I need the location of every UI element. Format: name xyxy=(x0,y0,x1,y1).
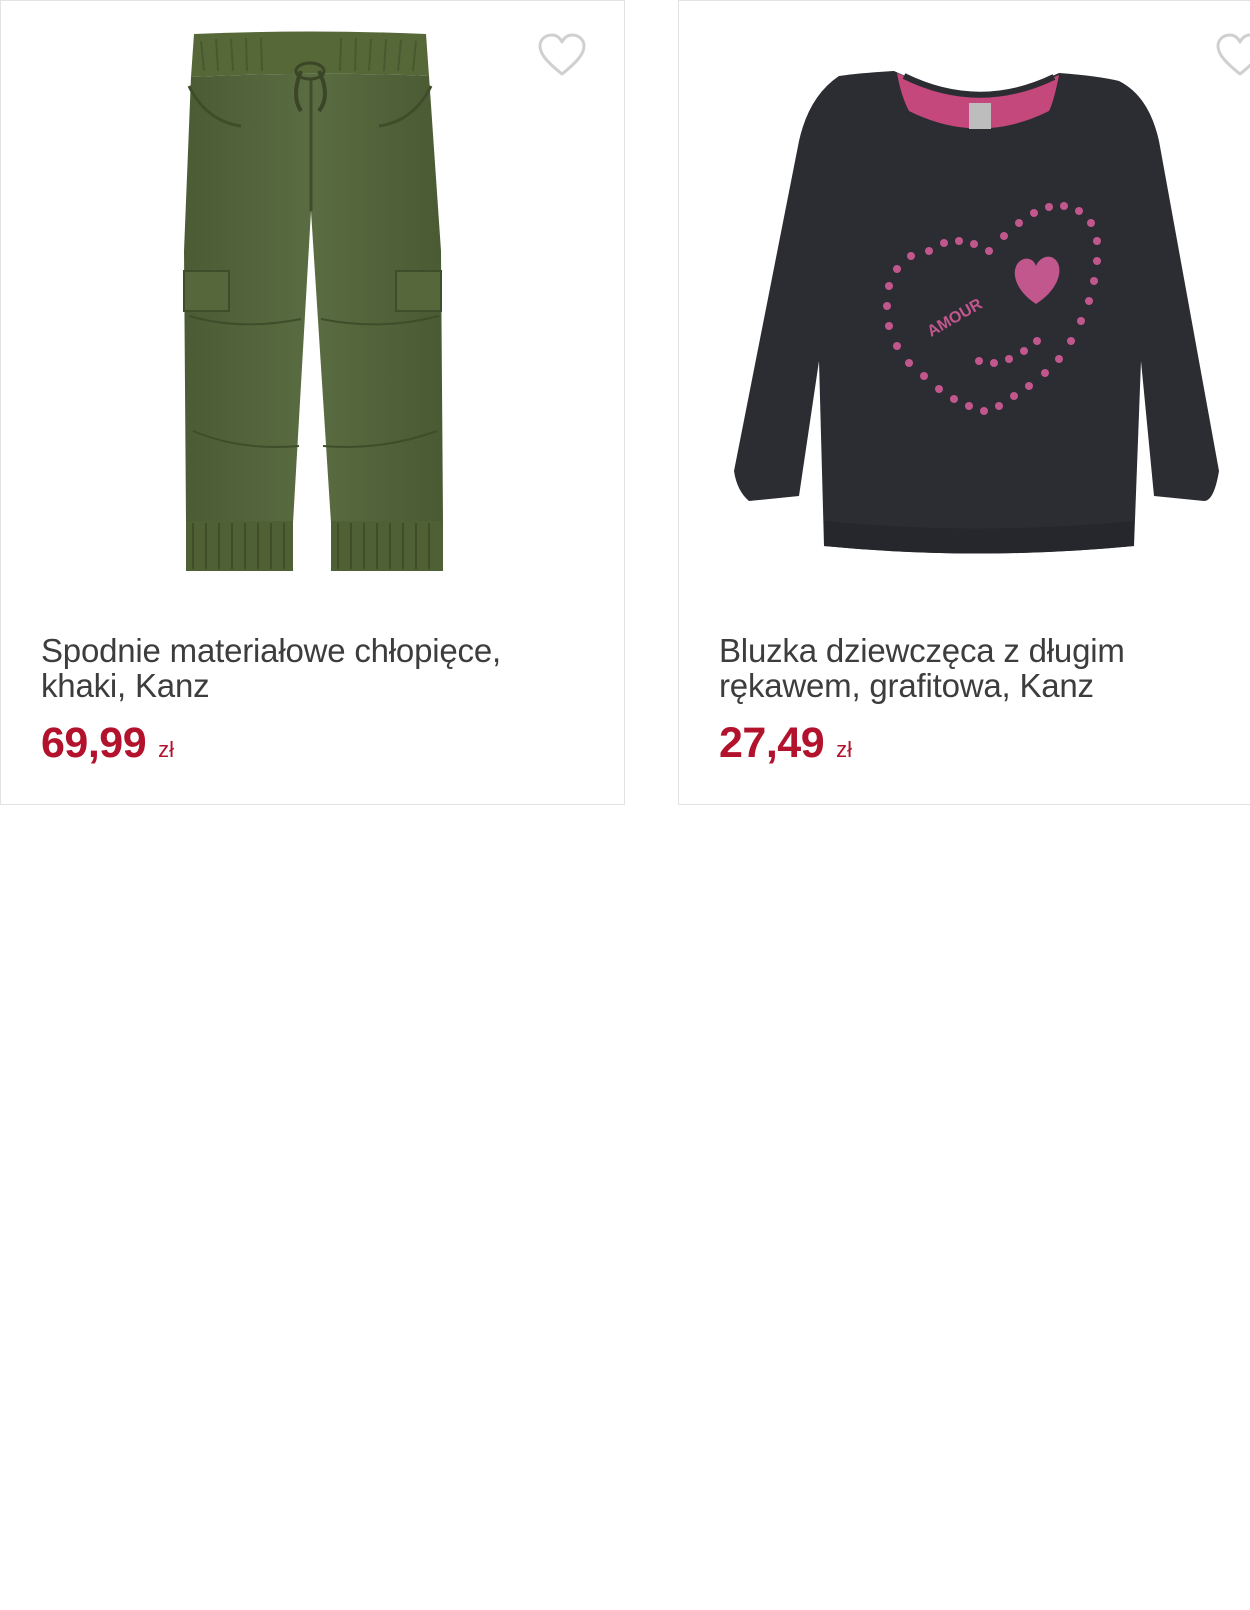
product-card[interactable]: AMOUR Bluzka dziewczęca z długim rękawem… xyxy=(678,0,1250,805)
price-value: 27,49 xyxy=(719,719,825,767)
price-currency: zł xyxy=(158,737,174,762)
product-price: 69,99 zł xyxy=(41,719,174,768)
heart-outline-icon xyxy=(1216,33,1250,76)
price-value: 69,99 xyxy=(41,719,147,767)
product-image-pants[interactable] xyxy=(1,1,625,601)
favorite-button[interactable] xyxy=(1214,31,1250,79)
heart-outline-icon xyxy=(538,33,586,76)
price-currency: zł xyxy=(836,737,852,762)
product-image-top[interactable]: AMOUR xyxy=(679,1,1250,601)
favorite-button[interactable] xyxy=(536,31,588,79)
product-card[interactable]: Spodnie materiałowe chłopięce, khaki, Ka… xyxy=(0,0,625,805)
product-title[interactable]: Bluzka dziewczęca z długim rękawem, graf… xyxy=(719,633,1239,703)
product-price: 27,49 zł xyxy=(719,719,852,768)
product-title[interactable]: Spodnie materiałowe chłopięce, khaki, Ka… xyxy=(41,633,561,703)
